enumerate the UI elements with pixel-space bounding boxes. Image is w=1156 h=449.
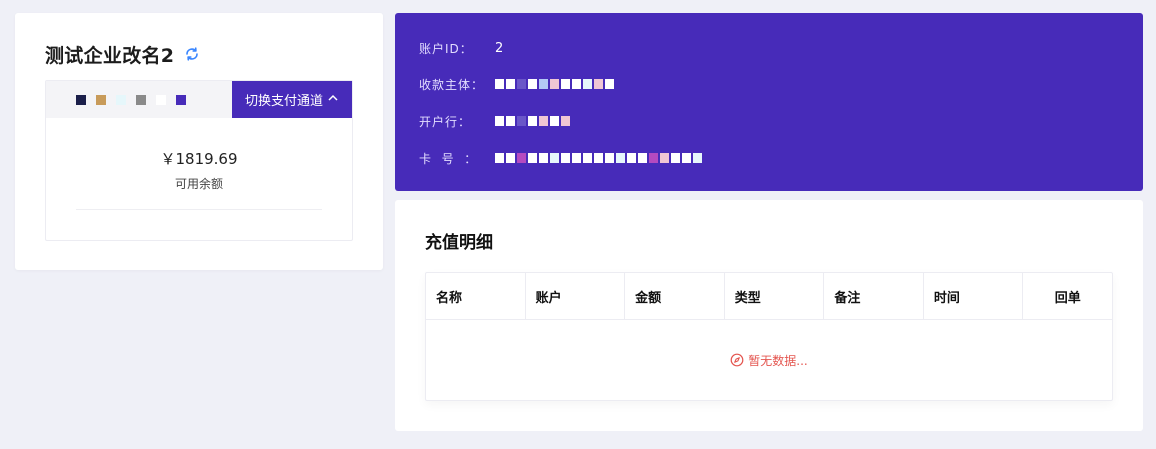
masked-glyph [561,153,570,163]
masked-glyph [495,116,504,126]
chevron-up-icon [327,92,339,107]
masked-glyph [517,79,526,89]
masked-glyph [495,153,504,163]
masked-channel-name [46,81,232,118]
masked-card-value [495,153,702,163]
masked-glyph [561,116,570,126]
masked-glyph [572,153,581,163]
masked-glyph [539,153,548,163]
column-header-amount[interactable]: 金额 [625,273,725,319]
empty-text: 暂无数据... [748,353,808,368]
refresh-icon[interactable] [184,46,200,62]
masked-glyph [583,153,592,163]
masked-glyph [176,94,186,105]
empty-state: 暂无数据... [426,320,1112,400]
masked-glyph [528,79,537,89]
masked-glyph [594,79,603,89]
masked-glyph [572,79,581,89]
company-name: 测试企业改名2 [45,44,175,67]
account-id-value: 2 [495,40,504,56]
recharge-details-card: 充值明细 名称 账户 金额 类型 备注 时间 回单 暂无数据... [395,200,1143,431]
masked-payee-value [495,79,614,89]
payee-label: 收款主体： [419,77,485,92]
masked-glyph [605,79,614,89]
masked-glyph [517,116,526,126]
masked-glyph [517,153,526,163]
payee-row: 收款主体： [419,74,614,94]
account-info-card: 账户ID： 2 收款主体： 开户行： 卡 号 ： [395,13,1143,191]
balance-label: 可用余额 [174,177,223,191]
masked-glyph [561,79,570,89]
masked-glyph [682,153,691,163]
masked-glyph [627,153,636,163]
masked-glyph [539,79,548,89]
table-header: 名称 账户 金额 类型 备注 时间 回单 [426,273,1112,320]
masked-glyph [495,79,504,89]
masked-glyph [506,79,515,89]
payment-channel-panel: 切换支付通道 ￥1819.69 可用余额 [45,80,353,241]
masked-glyph [76,94,86,105]
masked-glyph [583,79,592,89]
masked-glyph [671,153,680,163]
masked-glyph [649,153,658,163]
company-card: 测试企业改名2 切换支付通道 ￥1819.69 可用余额 [15,13,383,270]
masked-glyph [693,153,702,163]
recharge-title: 充值明细 [425,233,493,253]
column-header-name[interactable]: 名称 [426,273,526,319]
bank-label: 开户行： [419,114,472,129]
switch-channel-button[interactable]: 切换支付通道 [232,81,352,118]
company-header: 测试企业改名2 [45,41,200,67]
masked-glyph [660,153,669,163]
divider [76,209,322,210]
masked-glyph [506,116,515,126]
masked-glyph [594,153,603,163]
masked-glyph [96,94,106,105]
account-id-label: 账户ID： [419,41,473,56]
compass-icon [730,353,744,367]
masked-glyph [506,153,515,163]
masked-glyph [616,153,625,163]
card-number-label: 卡 号 ： [419,151,478,166]
column-header-account[interactable]: 账户 [526,273,626,319]
masked-glyph [116,94,126,105]
masked-glyph [605,153,614,163]
column-header-time[interactable]: 时间 [924,273,1024,319]
masked-glyph [539,116,548,126]
masked-glyph [528,153,537,163]
masked-bank-value [495,116,570,126]
masked-glyph [136,94,146,105]
masked-glyph [638,153,647,163]
masked-glyph [528,116,537,126]
column-header-receipt[interactable]: 回单 [1023,273,1112,319]
bank-row: 开户行： [419,111,570,131]
masked-glyph [550,153,559,163]
masked-glyph [156,94,166,105]
recharge-table: 名称 账户 金额 类型 备注 时间 回单 暂无数据... [425,272,1113,401]
card-number-row: 卡 号 ： [419,148,702,168]
masked-glyph [550,79,559,89]
masked-glyph [550,116,559,126]
column-header-type[interactable]: 类型 [725,273,825,319]
balance-amount: ￥1819.69 [160,150,238,168]
payment-channel-bar: 切换支付通道 [46,81,352,118]
switch-channel-label: 切换支付通道 [244,94,323,109]
column-header-remark[interactable]: 备注 [824,273,924,319]
account-id-row: 账户ID： 2 [419,38,503,58]
